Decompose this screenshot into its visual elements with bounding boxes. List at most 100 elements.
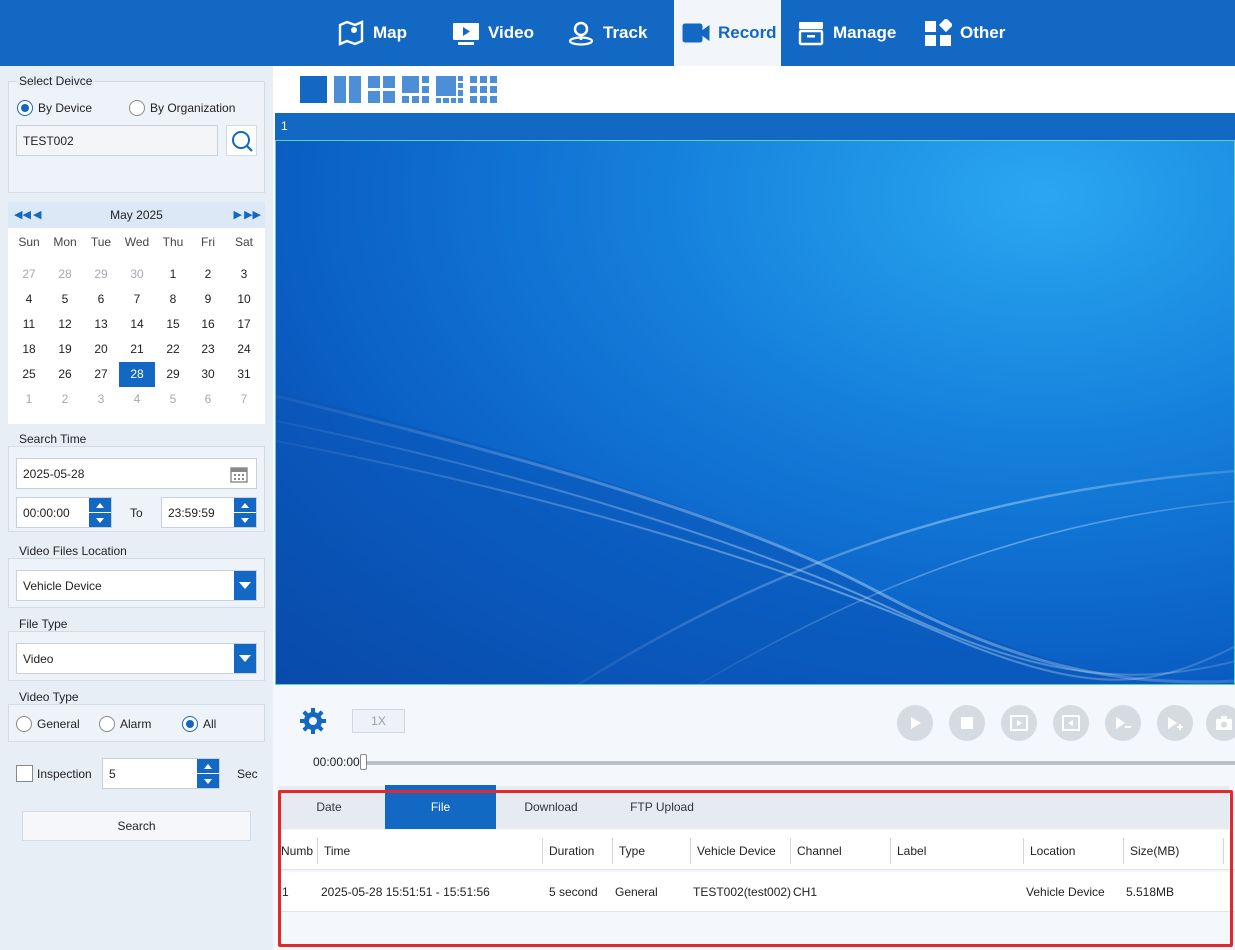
file-type-select[interactable]: Video bbox=[16, 643, 257, 674]
video-files-location-select[interactable]: Vehicle Device bbox=[16, 570, 257, 601]
layout-2-icon[interactable] bbox=[334, 76, 361, 103]
speed-up-button[interactable] bbox=[1157, 705, 1193, 741]
column-header-location[interactable]: Location bbox=[1023, 838, 1123, 864]
calendar-day[interactable]: 3 bbox=[226, 262, 262, 287]
layout-4-icon[interactable] bbox=[368, 76, 395, 103]
calendar-day[interactable]: 7 bbox=[226, 387, 262, 412]
tab-ftp-upload[interactable]: FTP Upload bbox=[606, 785, 718, 829]
inspection-checkbox[interactable]: Inspection bbox=[16, 765, 92, 782]
layout-8-icon[interactable] bbox=[436, 76, 463, 103]
layout-6-icon[interactable] bbox=[402, 76, 429, 103]
calendar-day[interactable]: 23 bbox=[190, 337, 226, 362]
calendar-day[interactable]: 10 bbox=[226, 287, 262, 312]
by-organization-radio[interactable]: By Organization bbox=[129, 100, 235, 116]
playback-speed-button[interactable]: 1X bbox=[352, 709, 405, 733]
calendar-day[interactable]: 2 bbox=[47, 387, 83, 412]
calendar-day[interactable]: 17 bbox=[226, 312, 262, 337]
calendar-day[interactable]: 29 bbox=[155, 362, 191, 387]
calendar-day[interactable]: 27 bbox=[83, 362, 119, 387]
calendar-day[interactable]: 24 bbox=[226, 337, 262, 362]
calendar-day[interactable]: 1 bbox=[11, 387, 47, 412]
calendar-day[interactable]: 4 bbox=[11, 287, 47, 312]
video-window[interactable] bbox=[275, 140, 1235, 685]
play-button[interactable] bbox=[897, 705, 933, 741]
calendar-day[interactable]: 16 bbox=[190, 312, 226, 337]
nav-map[interactable]: Map bbox=[337, 0, 427, 66]
column-header-channel[interactable]: Channel bbox=[790, 838, 890, 864]
nav-track[interactable]: Track bbox=[567, 0, 657, 66]
end-time-stepper[interactable]: 23:59:59 bbox=[161, 497, 257, 528]
calendar-day[interactable]: 8 bbox=[155, 287, 191, 312]
tab-file[interactable]: File bbox=[385, 785, 496, 829]
calendar-day[interactable]: 21 bbox=[119, 337, 155, 362]
settings-gear-icon[interactable] bbox=[299, 707, 327, 735]
calendar-icon[interactable] bbox=[230, 466, 248, 483]
inspection-spin[interactable] bbox=[197, 759, 219, 788]
prev-month-icon[interactable]: ◀ bbox=[33, 208, 41, 221]
search-button[interactable]: Search bbox=[22, 811, 251, 841]
calendar-day[interactable]: 30 bbox=[119, 262, 155, 287]
end-time-spin[interactable] bbox=[234, 498, 256, 527]
start-time-stepper[interactable]: 00:00:00 bbox=[16, 497, 112, 528]
calendar-day[interactable]: 11 bbox=[11, 312, 47, 337]
column-header-type[interactable]: Type bbox=[612, 838, 690, 864]
calendar-day[interactable]: 9 bbox=[190, 287, 226, 312]
calendar-day[interactable]: 30 bbox=[190, 362, 226, 387]
calendar-day[interactable]: 6 bbox=[190, 387, 226, 412]
tab-date[interactable]: Date bbox=[279, 785, 379, 829]
calendar-day[interactable]: 18 bbox=[11, 337, 47, 362]
column-header-time[interactable]: Time bbox=[317, 838, 547, 864]
calendar-day[interactable]: 20 bbox=[83, 337, 119, 362]
column-header-label[interactable]: Label bbox=[890, 838, 1023, 864]
calendar-day[interactable]: 26 bbox=[47, 362, 83, 387]
calendar-day[interactable]: 6 bbox=[83, 287, 119, 312]
video-type-all-radio[interactable]: All bbox=[182, 716, 216, 732]
timeline-handle[interactable] bbox=[360, 754, 367, 770]
search-date-field[interactable]: 2025-05-28 bbox=[16, 458, 257, 489]
video-type-general-radio[interactable]: General bbox=[16, 716, 80, 732]
calendar-day[interactable]: 15 bbox=[155, 312, 191, 337]
calendar-day[interactable]: 19 bbox=[47, 337, 83, 362]
snapshot-button[interactable] bbox=[1206, 705, 1235, 741]
chevron-down-icon[interactable] bbox=[234, 571, 256, 600]
column-header-duration[interactable]: Duration bbox=[542, 838, 606, 864]
start-time-spin[interactable] bbox=[89, 498, 111, 527]
slow-down-button[interactable] bbox=[1105, 705, 1141, 741]
table-row[interactable]: 1 2025-05-28 15:51:51 - 15:51:56 5 secon… bbox=[279, 872, 1235, 912]
search-device-button[interactable] bbox=[226, 125, 257, 156]
calendar-day[interactable]: 2 bbox=[190, 262, 226, 287]
next-year-icon[interactable]: ▶▶ bbox=[244, 208, 261, 221]
layout-9-icon[interactable] bbox=[470, 76, 497, 103]
calendar-day[interactable]: 5 bbox=[155, 387, 191, 412]
column-header-number[interactable]: Numbe bbox=[273, 838, 313, 864]
increment-icon[interactable] bbox=[234, 498, 256, 513]
calendar-day[interactable]: 13 bbox=[83, 312, 119, 337]
chevron-down-icon[interactable] bbox=[234, 644, 256, 673]
increment-icon[interactable] bbox=[89, 498, 111, 513]
column-header-more[interactable]: I bbox=[1223, 838, 1235, 864]
calendar-day[interactable]: 3 bbox=[83, 387, 119, 412]
calendar-day[interactable]: 22 bbox=[155, 337, 191, 362]
calendar-day[interactable]: 4 bbox=[119, 387, 155, 412]
device-input[interactable]: TEST002 bbox=[16, 125, 218, 156]
calendar-day[interactable]: 5 bbox=[47, 287, 83, 312]
layout-1-icon[interactable] bbox=[300, 76, 327, 103]
stop-button[interactable] bbox=[949, 705, 985, 741]
nav-video[interactable]: Video bbox=[452, 0, 542, 66]
decrement-icon[interactable] bbox=[197, 774, 219, 788]
video-type-alarm-radio[interactable]: Alarm bbox=[99, 716, 151, 732]
decrement-icon[interactable] bbox=[89, 513, 111, 527]
nav-other[interactable]: Other bbox=[924, 0, 1014, 66]
calendar-day[interactable]: 28 bbox=[119, 362, 155, 387]
by-device-radio[interactable]: By Device bbox=[17, 100, 92, 116]
previous-file-button[interactable] bbox=[1053, 705, 1089, 741]
calendar-day[interactable]: 1 bbox=[155, 262, 191, 287]
increment-icon[interactable] bbox=[197, 759, 219, 774]
calendar-day[interactable]: 12 bbox=[47, 312, 83, 337]
nav-manage[interactable]: Manage bbox=[797, 0, 907, 66]
column-header-vehicle-device[interactable]: Vehicle Device bbox=[690, 838, 790, 864]
calendar-day[interactable]: 27 bbox=[11, 262, 47, 287]
calendar-day[interactable]: 29 bbox=[83, 262, 119, 287]
next-month-icon[interactable]: ▶ bbox=[234, 208, 242, 221]
nav-record[interactable]: Record bbox=[674, 0, 781, 66]
